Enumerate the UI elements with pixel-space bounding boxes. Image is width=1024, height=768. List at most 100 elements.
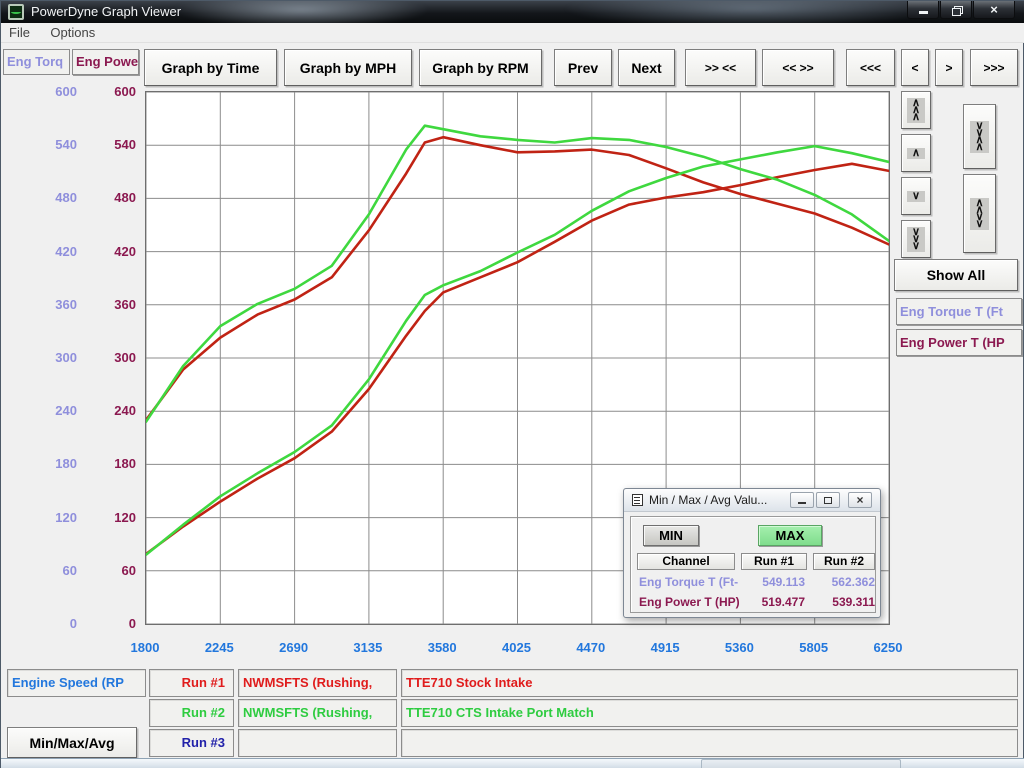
zoom-in-x-button[interactable]: >> << (685, 49, 756, 86)
minmax-row-power-channel: Eng Power T (HP) (639, 595, 749, 611)
y-scroll-down-button[interactable]: ∨ (901, 177, 931, 215)
torque-tick-label: 360 (31, 297, 77, 313)
y-scroll-up-button[interactable]: ∧ (901, 134, 931, 172)
minmax-close-button[interactable]: × (848, 492, 872, 508)
menu-bar: File Options (1, 23, 1024, 43)
close-icon: × (856, 493, 863, 507)
rpm-tick-label: 6250 (857, 640, 919, 656)
restore-icon (952, 6, 961, 14)
minmax-minimize-button[interactable] (790, 492, 814, 508)
maximize-icon (824, 497, 832, 504)
next-button[interactable]: Next (618, 49, 675, 86)
powerdyne-window: PowerDyne Graph Viewer × File Options En… (0, 0, 1024, 768)
menu-options[interactable]: Options (42, 23, 103, 42)
torque-tick-label: 300 (31, 350, 77, 366)
chevron-up-icon: ∧ (907, 148, 925, 159)
max-toggle-button[interactable]: MAX (758, 525, 822, 546)
run1-description-field[interactable]: TTE710 Stock Intake (401, 669, 1018, 697)
run3-file-field[interactable] (238, 729, 397, 757)
title-bar[interactable]: PowerDyne Graph Viewer × (1, 1, 1024, 23)
minimize-icon (798, 502, 806, 504)
minmax-avg-button[interactable]: Min/Max/Avg (7, 727, 137, 758)
graph-by-rpm-button[interactable]: Graph by RPM (419, 49, 542, 86)
rpm-tick-label: 5360 (708, 640, 770, 656)
collapse-chevrons-icon: ∨∨∧∧ (970, 121, 988, 153)
scroll-forward-button[interactable]: > (935, 49, 963, 86)
torque-channel-label[interactable]: Eng Torque T (Ft (896, 298, 1022, 325)
run2-description-field[interactable]: TTE710 CTS Intake Port Match (401, 699, 1018, 727)
scroll-back-button[interactable]: < (901, 49, 929, 86)
minmax-title-bar[interactable]: Min / Max / Avg Valu... × (624, 489, 880, 512)
y-range-expand-button[interactable]: ∧∧∨∨ (963, 174, 996, 253)
y-range-collapse-button[interactable]: ∨∨∧∧ (963, 104, 996, 169)
aero-glass-highlight (171, 1, 431, 23)
chevron-glyph: ∨ (912, 193, 920, 200)
rpm-tick-label: 3580 (411, 640, 473, 656)
power-tick-label: 120 (90, 510, 136, 526)
zoom-out-x-button[interactable]: << >> (762, 49, 834, 86)
run1-label[interactable]: Run #1 (149, 669, 234, 697)
run2-column-header[interactable]: Run #2 (813, 553, 875, 570)
graph-by-time-button[interactable]: Graph by Time (144, 49, 277, 86)
y-scroll-jump-top-button[interactable]: ∧∧∧ (901, 91, 931, 129)
graph-by-mph-button[interactable]: Graph by MPH (284, 49, 412, 86)
run1-file-field[interactable]: NWMSFTS (Rushing, (238, 669, 397, 697)
app-icon (8, 4, 24, 20)
channel-column-header[interactable]: Channel (637, 553, 735, 570)
taskbar-edge (1, 758, 1024, 768)
torque-tick-label: 0 (31, 616, 77, 632)
power-tick-label: 540 (90, 137, 136, 153)
chevron-glyph: ∨ (912, 243, 920, 250)
window-title: PowerDyne Graph Viewer (31, 4, 181, 19)
chevron-glyph: ∧ (975, 144, 983, 151)
y-scroll-jump-bottom-button[interactable]: ∨∨∨ (901, 220, 931, 258)
minmax-window-icon (632, 494, 643, 506)
tab-eng-power[interactable]: Eng Power (72, 49, 139, 75)
power-tick-label: 600 (90, 84, 136, 100)
scroll-last-button[interactable]: >>> (970, 49, 1018, 86)
chevron-down-icon: ∨ (907, 191, 925, 202)
rpm-tick-label: 1800 (114, 640, 176, 656)
power-tick-label: 420 (90, 244, 136, 260)
torque-tick-label: 540 (31, 137, 77, 153)
minmax-avg-window[interactable]: Min / Max / Avg Valu... × MIN MAX Channe… (623, 488, 881, 618)
close-button[interactable]: × (973, 1, 1015, 19)
run2-label[interactable]: Run #2 (149, 699, 234, 727)
minmax-torque-run1-value: 549.113 (741, 575, 805, 591)
tab-eng-torque[interactable]: Eng Torq (3, 49, 70, 75)
rpm-tick-label: 4470 (560, 640, 622, 656)
power-tick-label: 360 (90, 297, 136, 313)
minmax-power-run2-value: 539.311 (811, 595, 875, 611)
aero-glass-highlight (561, 1, 941, 23)
show-all-button[interactable]: Show All (894, 259, 1018, 291)
torque-tick-label: 480 (31, 190, 77, 206)
minmax-torque-run2-value: 562.362 (811, 575, 875, 591)
chevron-glyph: ∧ (912, 150, 920, 157)
minimize-icon (919, 11, 928, 14)
torque-tick-label: 240 (31, 403, 77, 419)
run3-description-field[interactable] (401, 729, 1018, 757)
taskbar-thumbnail (701, 759, 901, 768)
torque-tick-label: 600 (31, 84, 77, 100)
rpm-tick-label: 3135 (337, 640, 399, 656)
minmax-power-run1-value: 519.477 (741, 595, 805, 611)
rpm-tick-label: 4025 (486, 640, 548, 656)
prev-button[interactable]: Prev (554, 49, 612, 86)
restore-button[interactable] (940, 1, 972, 19)
run3-label[interactable]: Run #3 (149, 729, 234, 757)
triple-chevron-up-icon: ∧∧∧ (907, 98, 925, 123)
minmax-maximize-button[interactable] (816, 492, 840, 508)
run1-column-header[interactable]: Run #1 (741, 553, 807, 570)
scroll-first-button[interactable]: <<< (846, 49, 895, 86)
menu-file[interactable]: File (1, 23, 38, 42)
minimize-button[interactable] (907, 1, 939, 19)
power-tick-label: 240 (90, 403, 136, 419)
run2-file-field[interactable]: NWMSFTS (Rushing, (238, 699, 397, 727)
power-channel-label[interactable]: Eng Power T (HP (896, 329, 1022, 356)
min-toggle-button[interactable]: MIN (643, 525, 699, 546)
x-axis-channel-label[interactable]: Engine Speed (RP (7, 669, 146, 697)
minmax-content-panel: MIN MAX Channel Run #1 Run #2 Eng Torque… (630, 516, 876, 613)
rpm-tick-label: 4915 (634, 640, 696, 656)
rpm-tick-label: 2245 (188, 640, 250, 656)
rpm-tick-label: 2690 (263, 640, 325, 656)
